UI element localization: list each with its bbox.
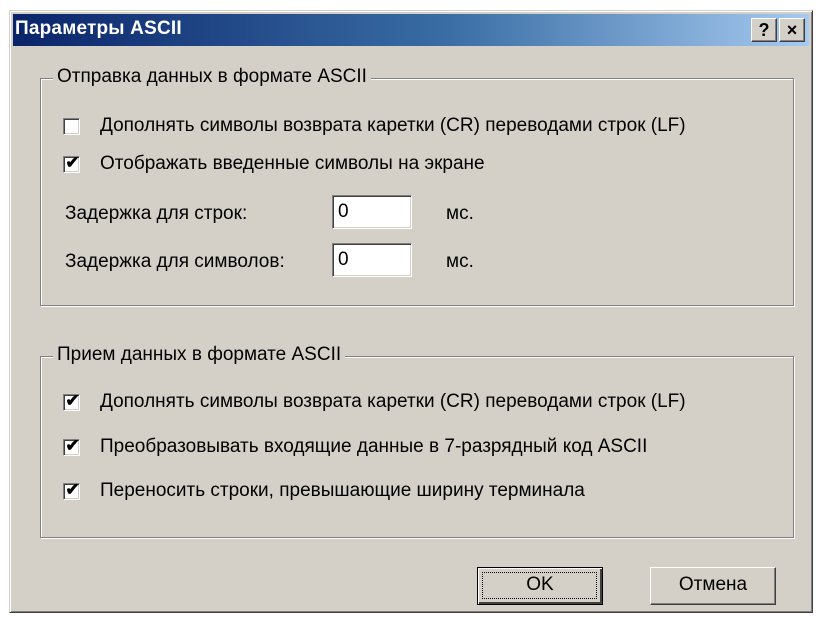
char-delay-label: Задержка для символов: [65,251,285,272]
close-icon: × [786,20,798,40]
send-append-lf-checkbox[interactable] [63,117,80,135]
ok-button[interactable]: OK [477,567,603,605]
receive-option-wrap[interactable]: ✔ Переносить строки, превышающие ширину … [63,480,585,502]
send-option-echo[interactable]: ✔ Отображать введенные символы на экране [63,153,485,175]
receive-wrap-checkbox[interactable]: ✔ [63,479,80,500]
send-echo-label: Отображать введенные символы на экране [100,153,485,174]
check-mark-icon: ✔ [65,390,80,410]
cancel-button[interactable]: Отмена [650,567,776,605]
receive-7bit-checkbox[interactable]: ✔ [63,435,80,456]
receive-7bit-label: Преобразовывать входящие данные в 7-разр… [100,436,648,457]
line-delay-label: Задержка для строк: [65,203,248,224]
close-button[interactable]: × [779,18,805,42]
send-group-legend: Отправка данных в формате ASCII [53,66,371,88]
receive-data-group: Прием данных в формате ASCII ✔ Дополнять… [40,344,794,538]
char-delay-unit: мс. [446,251,474,272]
send-option-append-lf[interactable]: Дополнять символы возврата каретки (CR) … [63,115,686,137]
check-mark-icon: ✔ [65,479,80,499]
window-title: Параметры ASCII [15,18,182,39]
send-append-lf-label: Дополнять символы возврата каретки (CR) … [100,115,686,136]
line-delay-input[interactable]: 0 [332,195,412,229]
ok-button-label: OK [526,574,554,595]
check-mark-icon: ✔ [65,152,80,172]
send-echo-checkbox[interactable]: ✔ [63,152,80,173]
send-data-group: Отправка данных в формате ASCII Дополнят… [40,66,794,306]
title-bar: Параметры ASCII ? × [13,14,809,46]
receive-append-lf-checkbox[interactable]: ✔ [63,390,80,411]
ascii-settings-dialog: Параметры ASCII ? × Отправка данных в фо… [9,10,813,613]
line-delay-unit: мс. [446,203,474,224]
char-delay-input[interactable]: 0 [332,243,412,277]
receive-option-7bit[interactable]: ✔ Преобразовывать входящие данные в 7-ра… [63,436,647,458]
receive-append-lf-label: Дополнять символы возврата каретки (CR) … [100,391,686,412]
check-mark-icon: ✔ [65,435,80,455]
help-icon: ? [758,20,770,40]
help-button[interactable]: ? [751,18,777,42]
receive-option-append-lf[interactable]: ✔ Дополнять символы возврата каретки (CR… [63,391,686,413]
receive-wrap-label: Переносить строки, превышающие ширину те… [100,480,585,501]
receive-group-legend: Прием данных в формате ASCII [53,344,346,366]
cancel-button-label: Отмена [678,574,748,595]
